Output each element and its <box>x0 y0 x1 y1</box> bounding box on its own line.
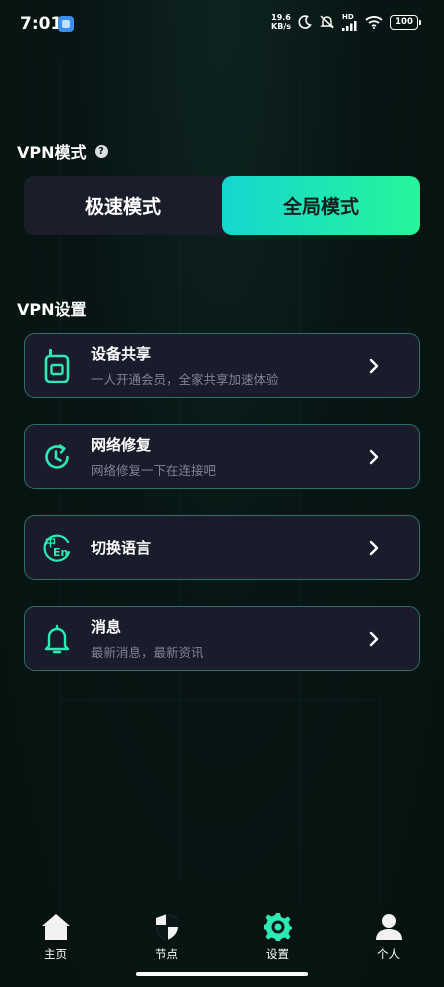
cellular-signal: HD <box>342 12 358 31</box>
settings-item-subtitle: 一人开通会员，全家共享加速体验 <box>91 372 279 387</box>
language-icon: 中 En <box>42 533 72 563</box>
gear-icon <box>263 912 293 942</box>
settings-item-network-repair[interactable]: 网络修复 网络修复一下在连接吧 <box>24 424 420 489</box>
settings-item-device-share[interactable]: 设备共享 一人开通会员，全家共享加速体验 <box>24 333 420 398</box>
chevron-right-icon <box>367 357 381 375</box>
status-bar: 7:01 19.6 KB/s HD 100 <box>0 0 444 50</box>
network-speed: 19.6 KB/s <box>271 13 291 31</box>
mode-fast-button[interactable]: 极速模式 <box>24 176 222 235</box>
nav-label: 节点 <box>155 947 178 961</box>
settings-item-text: 消息 最新消息，最新资讯 <box>91 616 367 661</box>
alarm-off-icon <box>320 15 334 29</box>
settings-item-text: 设备共享 一人开通会员，全家共享加速体验 <box>91 343 367 388</box>
shield-icon <box>152 912 182 942</box>
battery-icon: 100 <box>390 14 421 30</box>
help-icon[interactable]: ? <box>94 144 108 158</box>
nav-item-home[interactable]: 主页 <box>0 900 111 970</box>
background-line <box>60 700 380 701</box>
nav-label: 设置 <box>266 947 289 961</box>
battery-level: 100 <box>395 17 413 27</box>
bell-icon <box>42 624 72 654</box>
settings-item-text: 网络修复 网络修复一下在连接吧 <box>91 434 367 479</box>
settings-item-text: 切换语言 <box>91 537 367 558</box>
settings-item-title: 网络修复 <box>91 436 152 454</box>
network-speed-value: 19.6 <box>271 13 291 22</box>
background-line <box>380 700 381 900</box>
chevron-right-icon <box>367 539 381 557</box>
nav-label: 个人 <box>377 947 400 961</box>
nav-label: 主页 <box>44 947 67 961</box>
home-indicator[interactable] <box>136 972 308 976</box>
network-type-label: HD <box>342 12 354 21</box>
nav-item-settings[interactable]: 设置 <box>222 900 333 970</box>
home-icon <box>41 912 71 942</box>
settings-item-language[interactable]: 中 En 切换语言 <box>24 515 420 580</box>
settings-item-title: 切换语言 <box>91 539 152 557</box>
device-share-icon <box>42 348 72 383</box>
moon-icon <box>298 15 312 29</box>
vpn-settings-title: VPN设置 <box>17 300 87 319</box>
mode-global-button[interactable]: 全局模式 <box>222 176 420 235</box>
app-icon <box>58 16 74 32</box>
network-speed-unit: KB/s <box>271 22 291 31</box>
chevron-right-icon <box>367 448 381 466</box>
network-repair-icon <box>42 442 72 472</box>
settings-item-title: 设备共享 <box>91 345 152 363</box>
vpn-mode-title: VPN模式 <box>17 143 87 162</box>
bottom-nav: 主页 节点 设置 个人 <box>0 900 444 970</box>
status-icons: 19.6 KB/s HD 100 <box>271 12 421 31</box>
wifi-icon <box>365 16 383 29</box>
vpn-mode-toggle: 极速模式 全局模式 <box>24 176 420 235</box>
status-time: 7:01 <box>20 14 63 34</box>
nav-item-nodes[interactable]: 节点 <box>111 900 222 970</box>
vpn-mode-heading: VPN模式 ? <box>17 139 108 163</box>
vpn-settings-heading: VPN设置 <box>17 296 87 320</box>
chevron-right-icon <box>367 630 381 648</box>
settings-item-subtitle: 最新消息，最新资讯 <box>91 645 204 660</box>
settings-item-subtitle: 网络修复一下在连接吧 <box>91 463 217 478</box>
person-icon <box>374 912 404 942</box>
signal-icon <box>342 20 357 31</box>
settings-item-title: 消息 <box>91 618 122 636</box>
language-icon-en: En <box>53 545 69 559</box>
settings-item-messages[interactable]: 消息 最新消息，最新资讯 <box>24 606 420 671</box>
nav-item-profile[interactable]: 个人 <box>333 900 444 970</box>
